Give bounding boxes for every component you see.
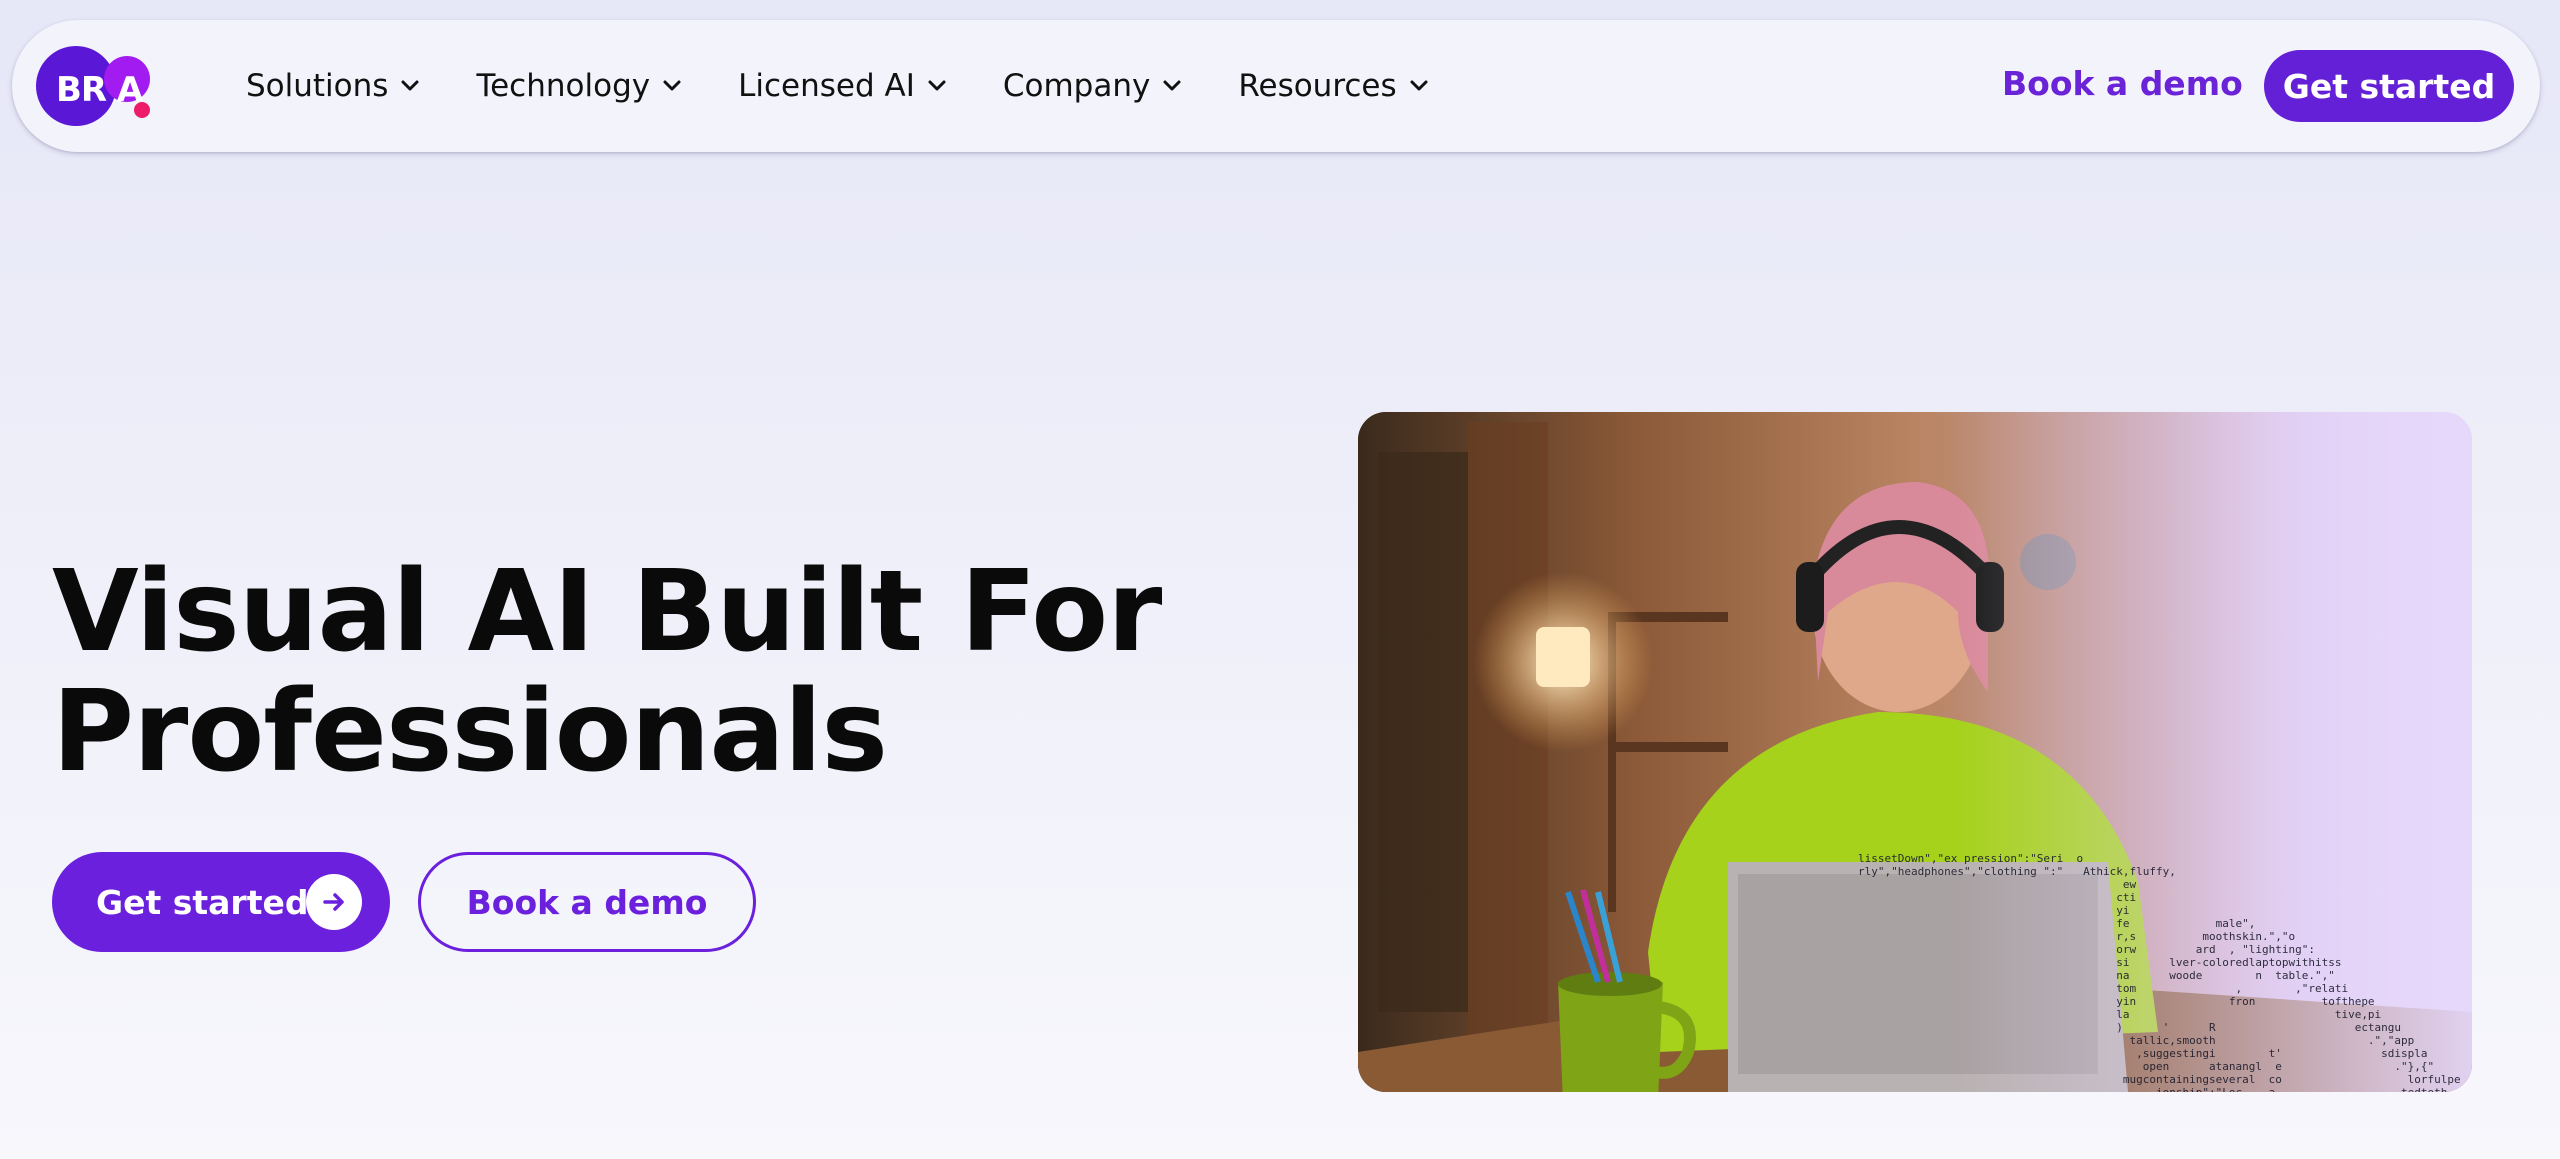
hero-title-line-2: Professionals [52,667,888,797]
code-text-overlay: lissetDown","ex pression":"Seri o rly","… [1858,852,2461,1092]
nav-get-started-button[interactable]: Get started [2264,50,2514,122]
chevron-down-icon [928,80,946,91]
chevron-down-icon [1410,80,1428,91]
nav-item-label: Solutions [246,68,389,104]
arrow-right-icon [306,874,362,930]
nav-item-licensed-ai[interactable]: Licensed AI [738,68,947,104]
top-navbar: BR A Solutions Technology Licensed AI Co… [12,20,2540,152]
nav-item-label: Technology [476,68,651,104]
nav-menu: Solutions Technology Licensed AI Company… [246,20,1485,152]
hero-get-started-button[interactable]: Get started [52,852,390,952]
nav-item-resources[interactable]: Resources [1238,68,1428,104]
nav-item-label: Resources [1238,68,1397,104]
chevron-down-icon [663,80,681,91]
bria-logo[interactable]: BR A [36,44,170,128]
chevron-down-icon [401,80,419,91]
nav-item-solutions[interactable]: Solutions [246,68,420,104]
logo-text: BR A [56,70,143,110]
nav-item-label: Company [1002,68,1151,104]
nav-item-label: Licensed AI [738,68,915,104]
chevron-down-icon [1163,80,1181,91]
nav-item-technology[interactable]: Technology [476,68,682,104]
nav-item-company[interactable]: Company [1003,68,1182,104]
hero-title: Visual AI Built For Professionals [52,552,1232,792]
hero-get-started-label: Get started [96,882,309,922]
nav-book-demo-link[interactable]: Book a demo [2002,64,2243,103]
page: BR A Solutions Technology Licensed AI Co… [0,0,2560,1159]
hero-book-demo-button[interactable]: Book a demo [418,852,756,952]
hero-title-line-1: Visual AI Built For [52,547,1162,677]
hero-image: lissetDown","ex pression":"Seri o rly","… [1358,412,2472,1092]
